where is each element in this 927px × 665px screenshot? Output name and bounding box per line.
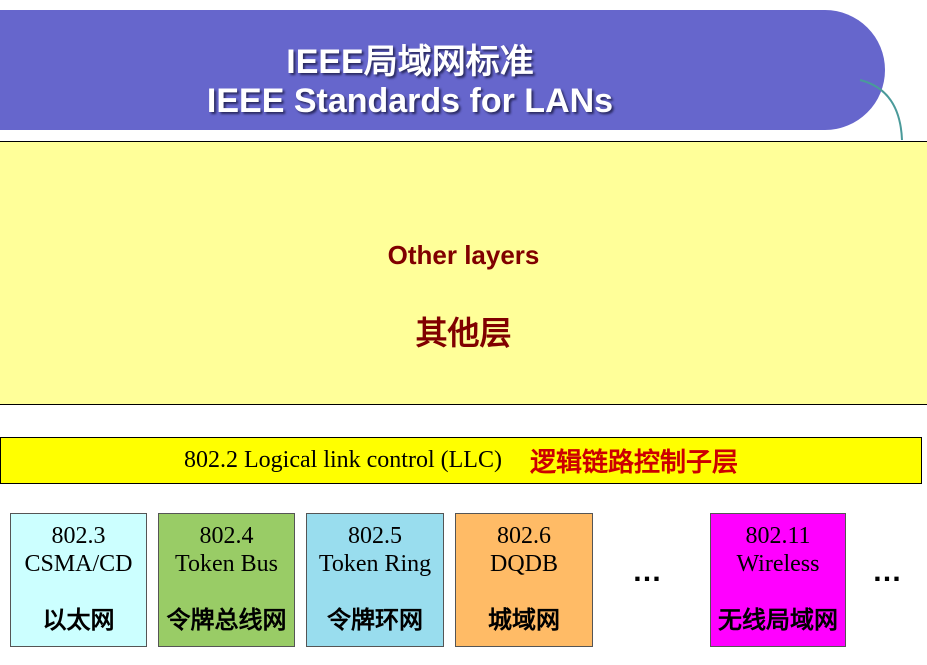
standard-name: Wireless	[736, 551, 820, 577]
standard-label-zh: 城域网	[488, 607, 560, 634]
llc-label-en: 802.2 Logical link control (LLC)	[184, 447, 502, 473]
other-layers-block: Other layers 其他层	[0, 141, 927, 405]
banner-curl-decoration	[859, 79, 903, 141]
title-underline	[0, 135, 838, 138]
standard-label-zh: 以太网	[42, 607, 115, 634]
standard-name: CSMA/CD	[24, 551, 133, 577]
standard-label-zh: 令牌环网	[327, 607, 423, 634]
standard-box-802-4: 802.4 Token Bus 令牌总线网	[158, 513, 295, 647]
other-layers-label-zh: 其他层	[415, 315, 512, 351]
other-layers-label-en: Other layers	[387, 240, 540, 270]
standard-number: 802.3	[51, 523, 106, 549]
standard-box-802-6: 802.6 DQDB 城域网	[455, 513, 593, 647]
standard-number: 802.11	[745, 523, 811, 549]
standard-box-802-11: 802.11 Wireless 无线局域网	[710, 513, 846, 647]
standard-number: 802.5	[348, 523, 402, 549]
title-chinese: IEEE局域网标准	[286, 43, 534, 81]
standard-label-zh: 令牌总线网	[166, 607, 287, 634]
standard-name: Token Ring	[318, 551, 432, 577]
llc-layer-bar: 802.2 Logical link control (LLC) 逻辑链路控制子…	[0, 437, 922, 484]
ellipsis-2: …	[872, 555, 902, 588]
standard-box-802-5: 802.5 Token Ring 令牌环网	[306, 513, 444, 647]
llc-label-zh: 逻辑链路控制子层	[529, 447, 738, 477]
standard-name: Token Bus	[175, 551, 278, 577]
ellipsis-1: …	[632, 555, 662, 588]
standard-label-zh: 无线局域网	[718, 607, 838, 634]
standard-name: DQDB	[489, 551, 558, 577]
standard-number: 802.6	[497, 523, 551, 549]
title-english: IEEE Standards for LANs	[206, 82, 614, 120]
standard-box-802-3: 802.3 CSMA/CD 以太网	[10, 513, 147, 647]
standard-number: 802.4	[199, 523, 254, 549]
title-banner: IEEE局域网标准 IEEE Standards for LANs	[0, 10, 885, 138]
